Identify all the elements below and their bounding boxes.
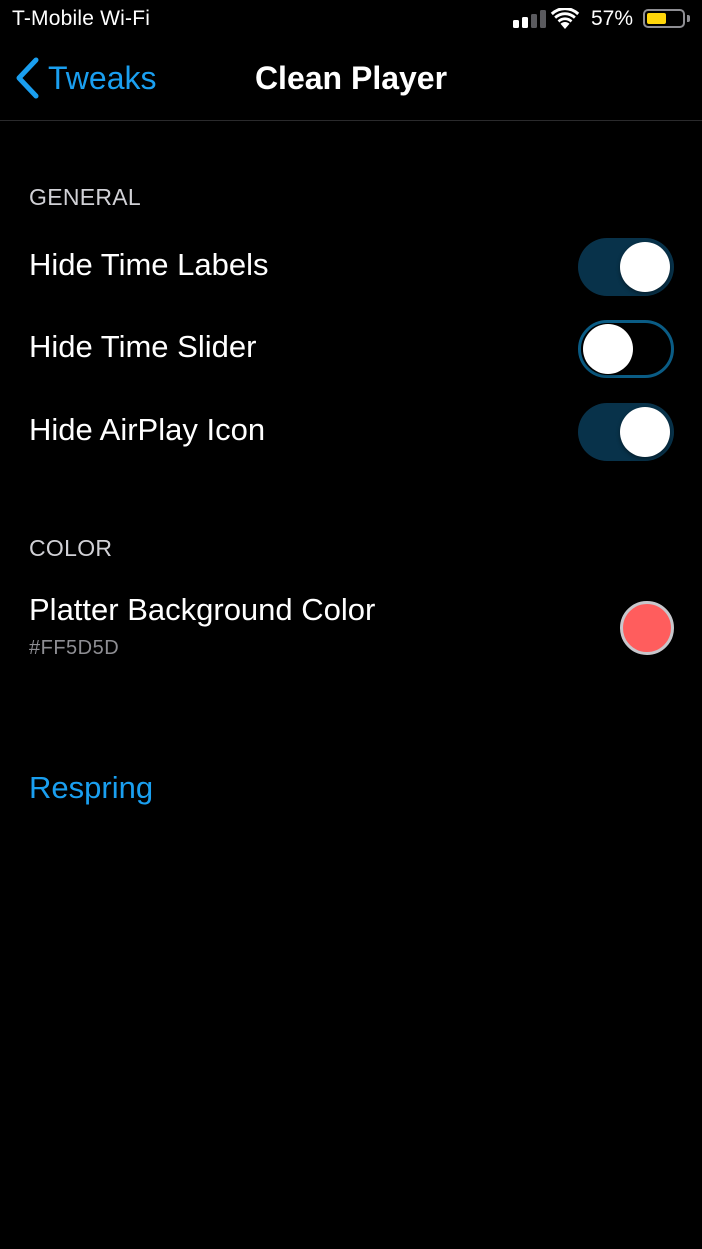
section-header-color: COLOR — [29, 535, 113, 561]
setting-label: Hide AirPlay Icon — [29, 412, 266, 447]
setting-label: Hide Time Slider — [29, 329, 257, 364]
signal-bar — [540, 10, 546, 28]
section-header-general: GENERAL — [29, 184, 142, 210]
platter-color-label: Platter Background Color — [29, 592, 376, 627]
toggle-knob — [620, 407, 670, 457]
platter-color-hex: #FF5D5D — [29, 637, 120, 659]
page-title: Clean Player — [254, 60, 448, 96]
carrier-label: T-Mobile Wi-Fi — [12, 7, 151, 30]
hide-time-slider-toggle[interactable] — [578, 320, 674, 378]
battery-tip — [687, 15, 690, 22]
battery-percent: 57% — [591, 7, 634, 30]
platter-background-color-row[interactable]: Platter Background Color #FF5D5D — [0, 578, 702, 678]
battery-fill — [647, 13, 666, 24]
status-bar: T-Mobile Wi-Fi 57% — [0, 0, 702, 40]
hide-airplay-icon-toggle[interactable] — [578, 403, 674, 461]
setting-row-hide-airplay-icon: Hide AirPlay Icon — [0, 389, 702, 471]
setting-row-hide-time-labels: Hide Time Labels — [0, 224, 702, 306]
navigation-bar: Tweaks Clean Player — [0, 40, 702, 121]
cellular-signal-icon — [513, 10, 547, 28]
setting-row-hide-time-slider: Hide Time Slider — [0, 306, 702, 388]
signal-bar — [522, 17, 528, 28]
respring-button[interactable]: Respring — [29, 770, 153, 806]
battery-icon — [643, 9, 685, 28]
wifi-icon — [550, 8, 580, 29]
setting-label: Hide Time Labels — [29, 247, 269, 282]
signal-bar — [531, 14, 537, 28]
toggle-knob — [583, 324, 633, 374]
toggle-knob — [620, 242, 670, 292]
color-swatch[interactable] — [620, 601, 674, 655]
hide-time-labels-toggle[interactable] — [578, 238, 674, 296]
signal-bar — [513, 20, 519, 28]
